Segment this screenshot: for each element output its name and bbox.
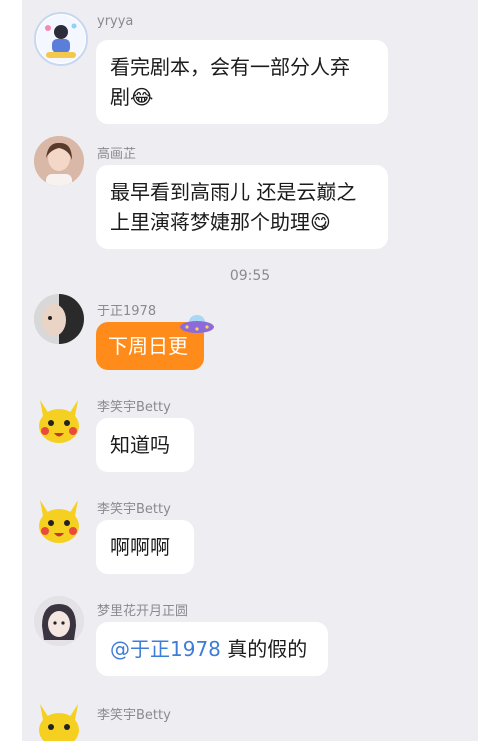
sender-name: 李笑宇Betty [97, 502, 171, 517]
message-bubble[interactable]: 最早看到高雨儿 还是云巅之 上里演蒋梦婕那个助理😋 [96, 165, 388, 249]
time-divider: 09:55 [229, 268, 271, 284]
avatar[interactable] [34, 700, 84, 741]
avatar[interactable] [34, 12, 88, 66]
avatar[interactable] [34, 596, 84, 646]
message-text-line: 剧😂 [110, 85, 154, 109]
message-text: 啊啊啊 [110, 535, 170, 559]
message-text-line: 看完剧本，会有一部分人弃 [110, 55, 350, 79]
sender-name: 李笑宇Betty [97, 708, 171, 723]
message-text-line: 最早看到高雨儿 还是云巅之 [110, 180, 357, 204]
message-text-line: 上里演蒋梦婕那个助理😋 [110, 210, 331, 234]
message-bubble[interactable]: 看完剧本，会有一部分人弃 剧😂 [96, 40, 388, 124]
sender-name: 高画芷 [97, 147, 137, 162]
sender-name: 李笑宇Betty [97, 400, 171, 415]
chat-view: yryya 看完剧本，会有一部分人弃 剧😂 高画芷 最早看到高雨儿 还是云巅之 … [22, 0, 478, 741]
message-bubble[interactable]: 啊啊啊 [96, 520, 194, 574]
sender-name: 梦里花开月正圆 [97, 604, 189, 619]
mention-link[interactable]: @于正1978 [110, 637, 221, 661]
ufo-icon [178, 312, 216, 338]
avatar[interactable] [34, 294, 84, 344]
message-bubble[interactable]: 知道吗 [96, 418, 194, 472]
sender-name: yryya [97, 14, 134, 29]
avatar[interactable] [34, 396, 84, 446]
message-text: 知道吗 [110, 433, 170, 457]
sender-name: 于正1978 [97, 304, 157, 319]
avatar[interactable] [34, 136, 84, 186]
message-text: 真的假的 [220, 637, 308, 661]
message-bubble[interactable]: @于正1978 真的假的 [96, 622, 328, 676]
message-text: 下周日更 [108, 334, 188, 358]
avatar[interactable] [34, 496, 84, 546]
